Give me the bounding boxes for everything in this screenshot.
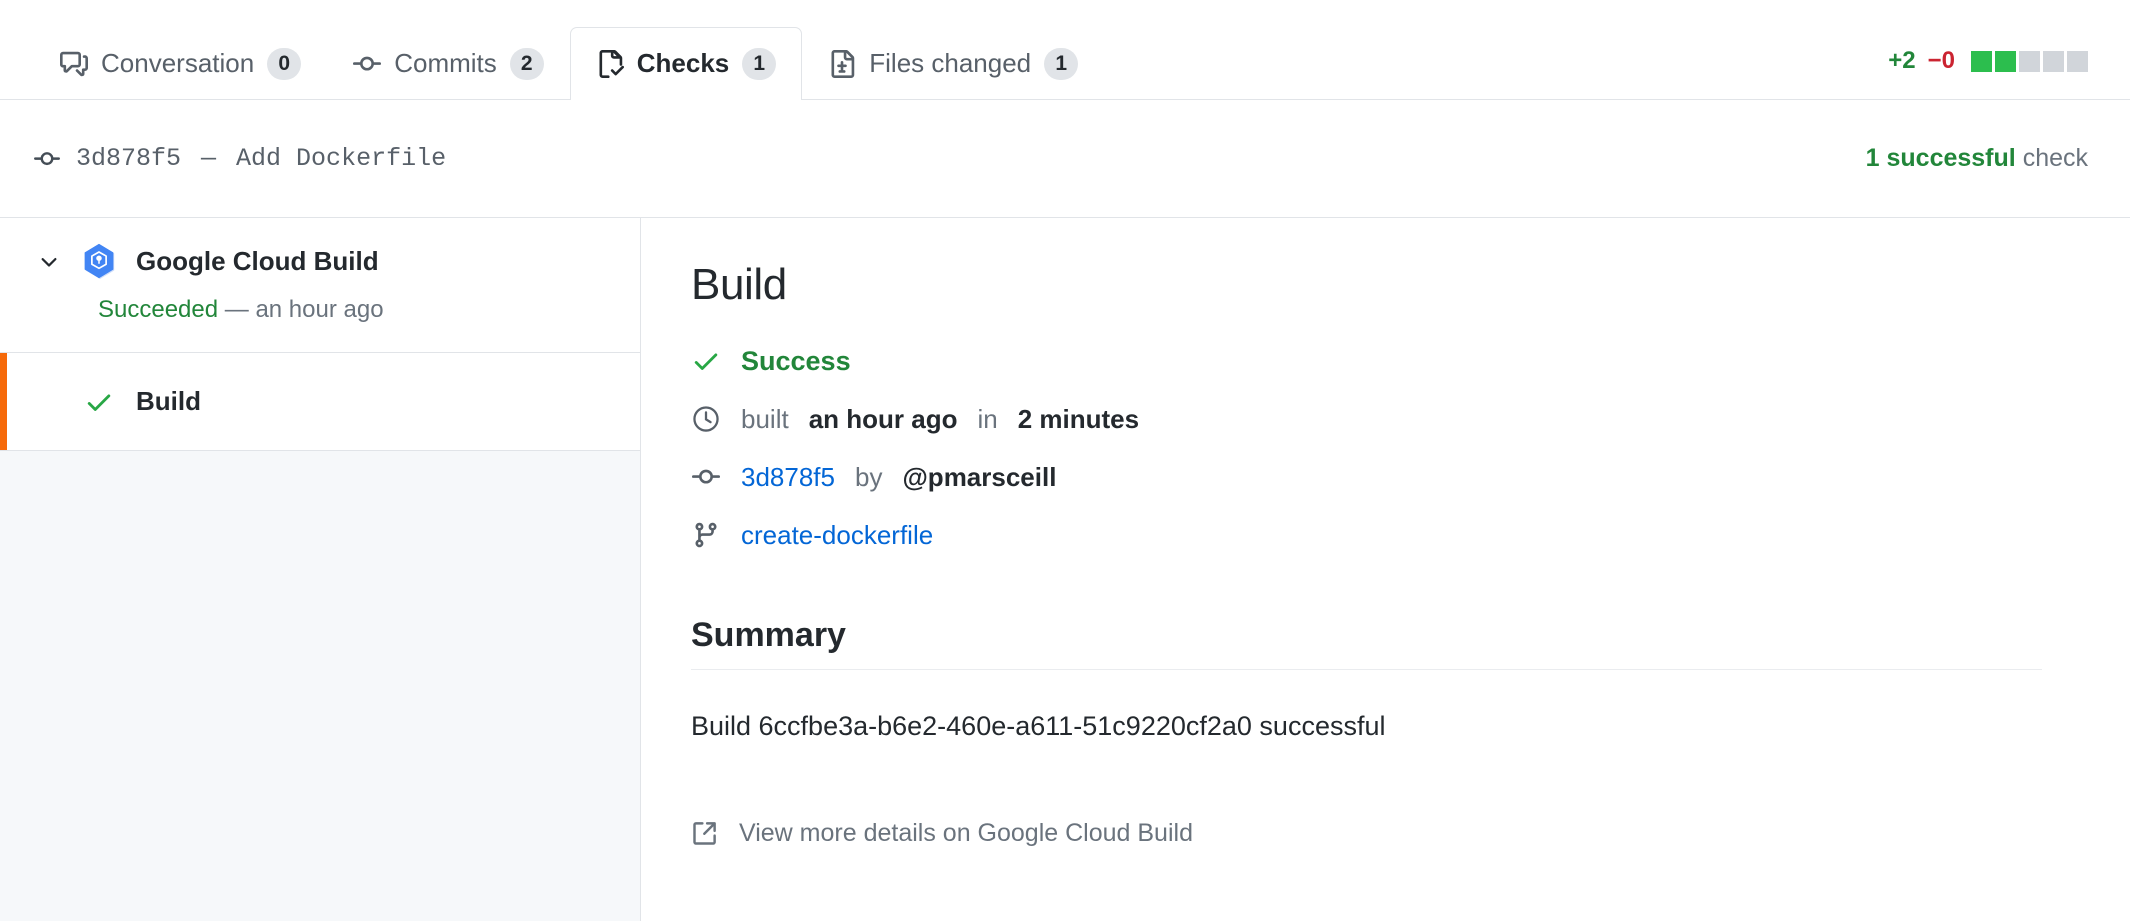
status-text: Succeeded [98, 296, 218, 323]
pull-request-tab-bar: Conversation 0 Commits 2 Checks 1 Files … [0, 0, 2130, 100]
tab-label: Checks [637, 48, 730, 79]
tab-label: Commits [394, 48, 497, 79]
status-badge: Success [741, 346, 851, 377]
built-prefix: built [741, 404, 789, 435]
check-detail-panel: Build Success built an hour ago in 2 min… [641, 218, 2130, 921]
commit-dash: — [197, 144, 220, 173]
check-status-row: Success [691, 332, 2070, 390]
commit-sha[interactable]: 3d878f5 [76, 144, 181, 173]
commit-summary-bar: 3d878f5 — Add Dockerfile 1 successful ch… [0, 100, 2130, 218]
tab-conversation[interactable]: Conversation 0 [34, 27, 327, 99]
diff-block [1995, 51, 2016, 72]
google-cloud-build-icon [80, 242, 118, 280]
git-branch-icon [691, 520, 721, 550]
tab-label: Files changed [869, 48, 1031, 79]
commit-author[interactable]: @pmarsceill [902, 462, 1056, 493]
checklist-icon [596, 50, 624, 78]
built-timestamp: an hour ago [809, 404, 958, 435]
summary-heading: Summary [691, 616, 2042, 670]
view-more-details-label: View more details on Google Cloud Build [739, 819, 1193, 848]
check-group-header[interactable]: Google Cloud Build [0, 242, 640, 280]
build-commit-row: 3d878f5 by @pmarsceill [691, 448, 2070, 506]
git-commit-icon [353, 50, 381, 78]
tab-checks[interactable]: Checks 1 [570, 27, 803, 99]
checks-sidebar: Google Cloud Build Succeeded — an hour a… [0, 218, 641, 921]
tab-counter: 2 [510, 48, 544, 80]
commit-sha-link[interactable]: 3d878f5 [741, 462, 835, 493]
tab-label: Conversation [101, 48, 254, 79]
page-title: Build [691, 260, 2070, 310]
diff-block [2067, 51, 2088, 72]
file-diff-icon [828, 50, 856, 78]
built-in-word: in [977, 404, 997, 435]
diff-block [2019, 51, 2040, 72]
successful-count: 1 successful [1866, 144, 2016, 172]
chevron-down-icon[interactable] [36, 248, 62, 274]
check-group-name: Google Cloud Build [136, 246, 379, 277]
external-link-icon [691, 819, 719, 847]
status-separator: — [225, 296, 249, 323]
checks-body: Google Cloud Build Succeeded — an hour a… [0, 218, 2130, 921]
check-success-icon [691, 346, 721, 376]
check-word: check [2023, 144, 2088, 172]
checks-summary-text: 1 successful check [1866, 144, 2088, 173]
branch-link[interactable]: create-dockerfile [741, 520, 933, 551]
build-duration: 2 minutes [1018, 404, 1139, 435]
tab-counter: 1 [1044, 48, 1078, 80]
sidebar-empty-space [0, 451, 640, 921]
sidebar-item-build[interactable]: Build [0, 353, 640, 451]
view-more-details-link[interactable]: View more details on Google Cloud Build [691, 819, 2070, 848]
tab-commits[interactable]: Commits 2 [327, 27, 570, 99]
tab-counter: 0 [267, 48, 301, 80]
diff-blocks [1971, 51, 2088, 72]
status-timestamp: an hour ago [255, 296, 383, 323]
tab-counter: 1 [742, 48, 776, 80]
comment-discussion-icon [60, 50, 88, 78]
check-group-google-cloud-build: Google Cloud Build Succeeded — an hour a… [0, 218, 640, 353]
diff-additions: +2 [1888, 47, 1915, 75]
commit-message: Add Dockerfile [236, 144, 446, 173]
by-word: by [855, 462, 882, 493]
git-commit-icon [691, 462, 721, 492]
clock-icon [691, 404, 721, 434]
tab-files-changed[interactable]: Files changed 1 [802, 27, 1104, 99]
diff-deletions: −0 [1928, 47, 1955, 75]
sidebar-item-label: Build [136, 386, 201, 417]
check-group-status: Succeeded — an hour ago [0, 280, 640, 324]
build-time-row: built an hour ago in 2 minutes [691, 390, 2070, 448]
diff-block [2043, 51, 2064, 72]
git-commit-icon [34, 146, 60, 172]
diff-stat[interactable]: +2 −0 [1888, 47, 2088, 75]
diff-block [1971, 51, 1992, 72]
build-branch-row: create-dockerfile [691, 506, 2070, 564]
check-success-icon [84, 387, 114, 417]
summary-text: Build 6ccfbe3a-b6e2-460e-a611-51c9220cf2… [691, 706, 2070, 747]
commit-info: 3d878f5 — Add Dockerfile [34, 144, 446, 173]
